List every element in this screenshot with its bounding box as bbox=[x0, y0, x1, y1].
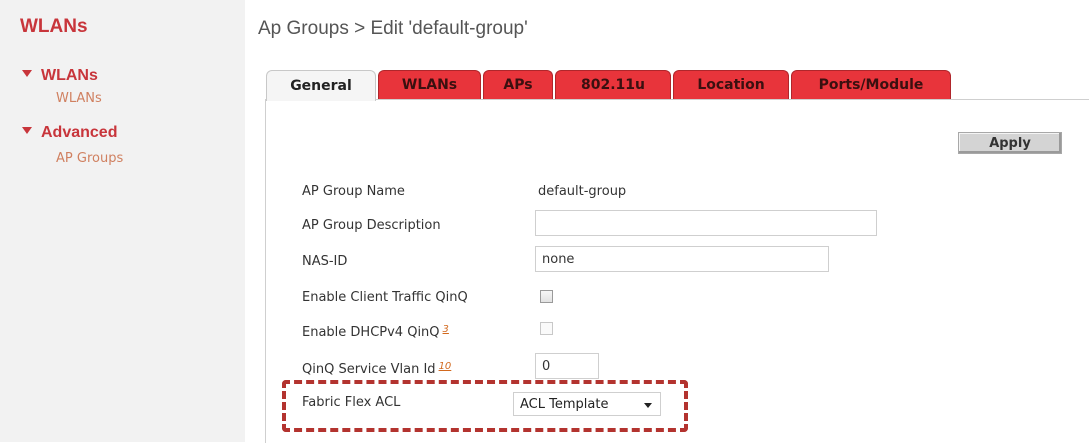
qinq-vlan-label-row: QinQ Service Vlan Id 10 bbox=[302, 361, 451, 377]
nas-id-input[interactable] bbox=[535, 246, 829, 272]
ap-group-description-input[interactable] bbox=[535, 210, 877, 236]
collapse-triangle-icon bbox=[22, 127, 32, 134]
dhcpv4-qinq-footnote-link[interactable]: 3 bbox=[443, 324, 449, 335]
dhcpv4-qinq-label: Enable DHCPv4 QinQ bbox=[302, 325, 440, 340]
client-traffic-qinq-checkbox[interactable] bbox=[540, 290, 553, 303]
sidebar-group-wlans[interactable]: WLANs bbox=[22, 67, 98, 85]
sidebar-title: WLANs bbox=[20, 16, 88, 37]
sidebar-group-label: Advanced bbox=[41, 124, 118, 141]
nas-id-label: NAS-ID bbox=[302, 254, 348, 269]
ap-group-description-label: AP Group Description bbox=[302, 218, 441, 233]
tab-aps[interactable]: APs bbox=[483, 70, 553, 99]
fabric-flex-acl-label: Fabric Flex ACL bbox=[302, 395, 401, 410]
tab-wlans[interactable]: WLANs bbox=[378, 70, 481, 99]
ap-group-name-label: AP Group Name bbox=[302, 184, 405, 199]
fabric-flex-acl-selected-value: ACL Template bbox=[520, 396, 609, 412]
qinq-service-vlan-label: QinQ Service Vlan Id bbox=[302, 362, 436, 377]
fabric-flex-acl-select[interactable]: ACL Template bbox=[513, 392, 661, 416]
dropdown-arrow-icon bbox=[644, 403, 652, 408]
tab-location[interactable]: Location bbox=[673, 70, 789, 99]
client-traffic-qinq-label: Enable Client Traffic QinQ bbox=[302, 290, 468, 305]
page-title: Ap Groups > Edit 'default-group' bbox=[258, 18, 528, 39]
qinq-vlan-footnote-link[interactable]: 10 bbox=[439, 361, 452, 372]
qinq-service-vlan-input[interactable] bbox=[535, 353, 599, 379]
sidebar-item-wlans[interactable]: WLANs bbox=[56, 91, 102, 106]
dhcpv4-qinq-checkbox[interactable] bbox=[540, 322, 553, 335]
dhcpv4-qinq-label-row: Enable DHCPv4 QinQ 3 bbox=[302, 324, 449, 340]
tab-802-11u[interactable]: 802.11u bbox=[555, 70, 671, 99]
tab-general[interactable]: General bbox=[266, 70, 376, 101]
sidebar-item-ap-groups[interactable]: AP Groups bbox=[56, 151, 123, 166]
sidebar: WLANs WLANs WLANs Advanced AP Groups bbox=[0, 0, 245, 442]
sidebar-group-label: WLANs bbox=[41, 67, 98, 84]
ap-group-name-value: default-group bbox=[538, 184, 627, 199]
apply-button[interactable]: Apply bbox=[958, 132, 1062, 154]
tab-ports-module[interactable]: Ports/Module bbox=[791, 70, 951, 99]
collapse-triangle-icon bbox=[22, 70, 32, 77]
sidebar-group-advanced[interactable]: Advanced bbox=[22, 124, 117, 142]
